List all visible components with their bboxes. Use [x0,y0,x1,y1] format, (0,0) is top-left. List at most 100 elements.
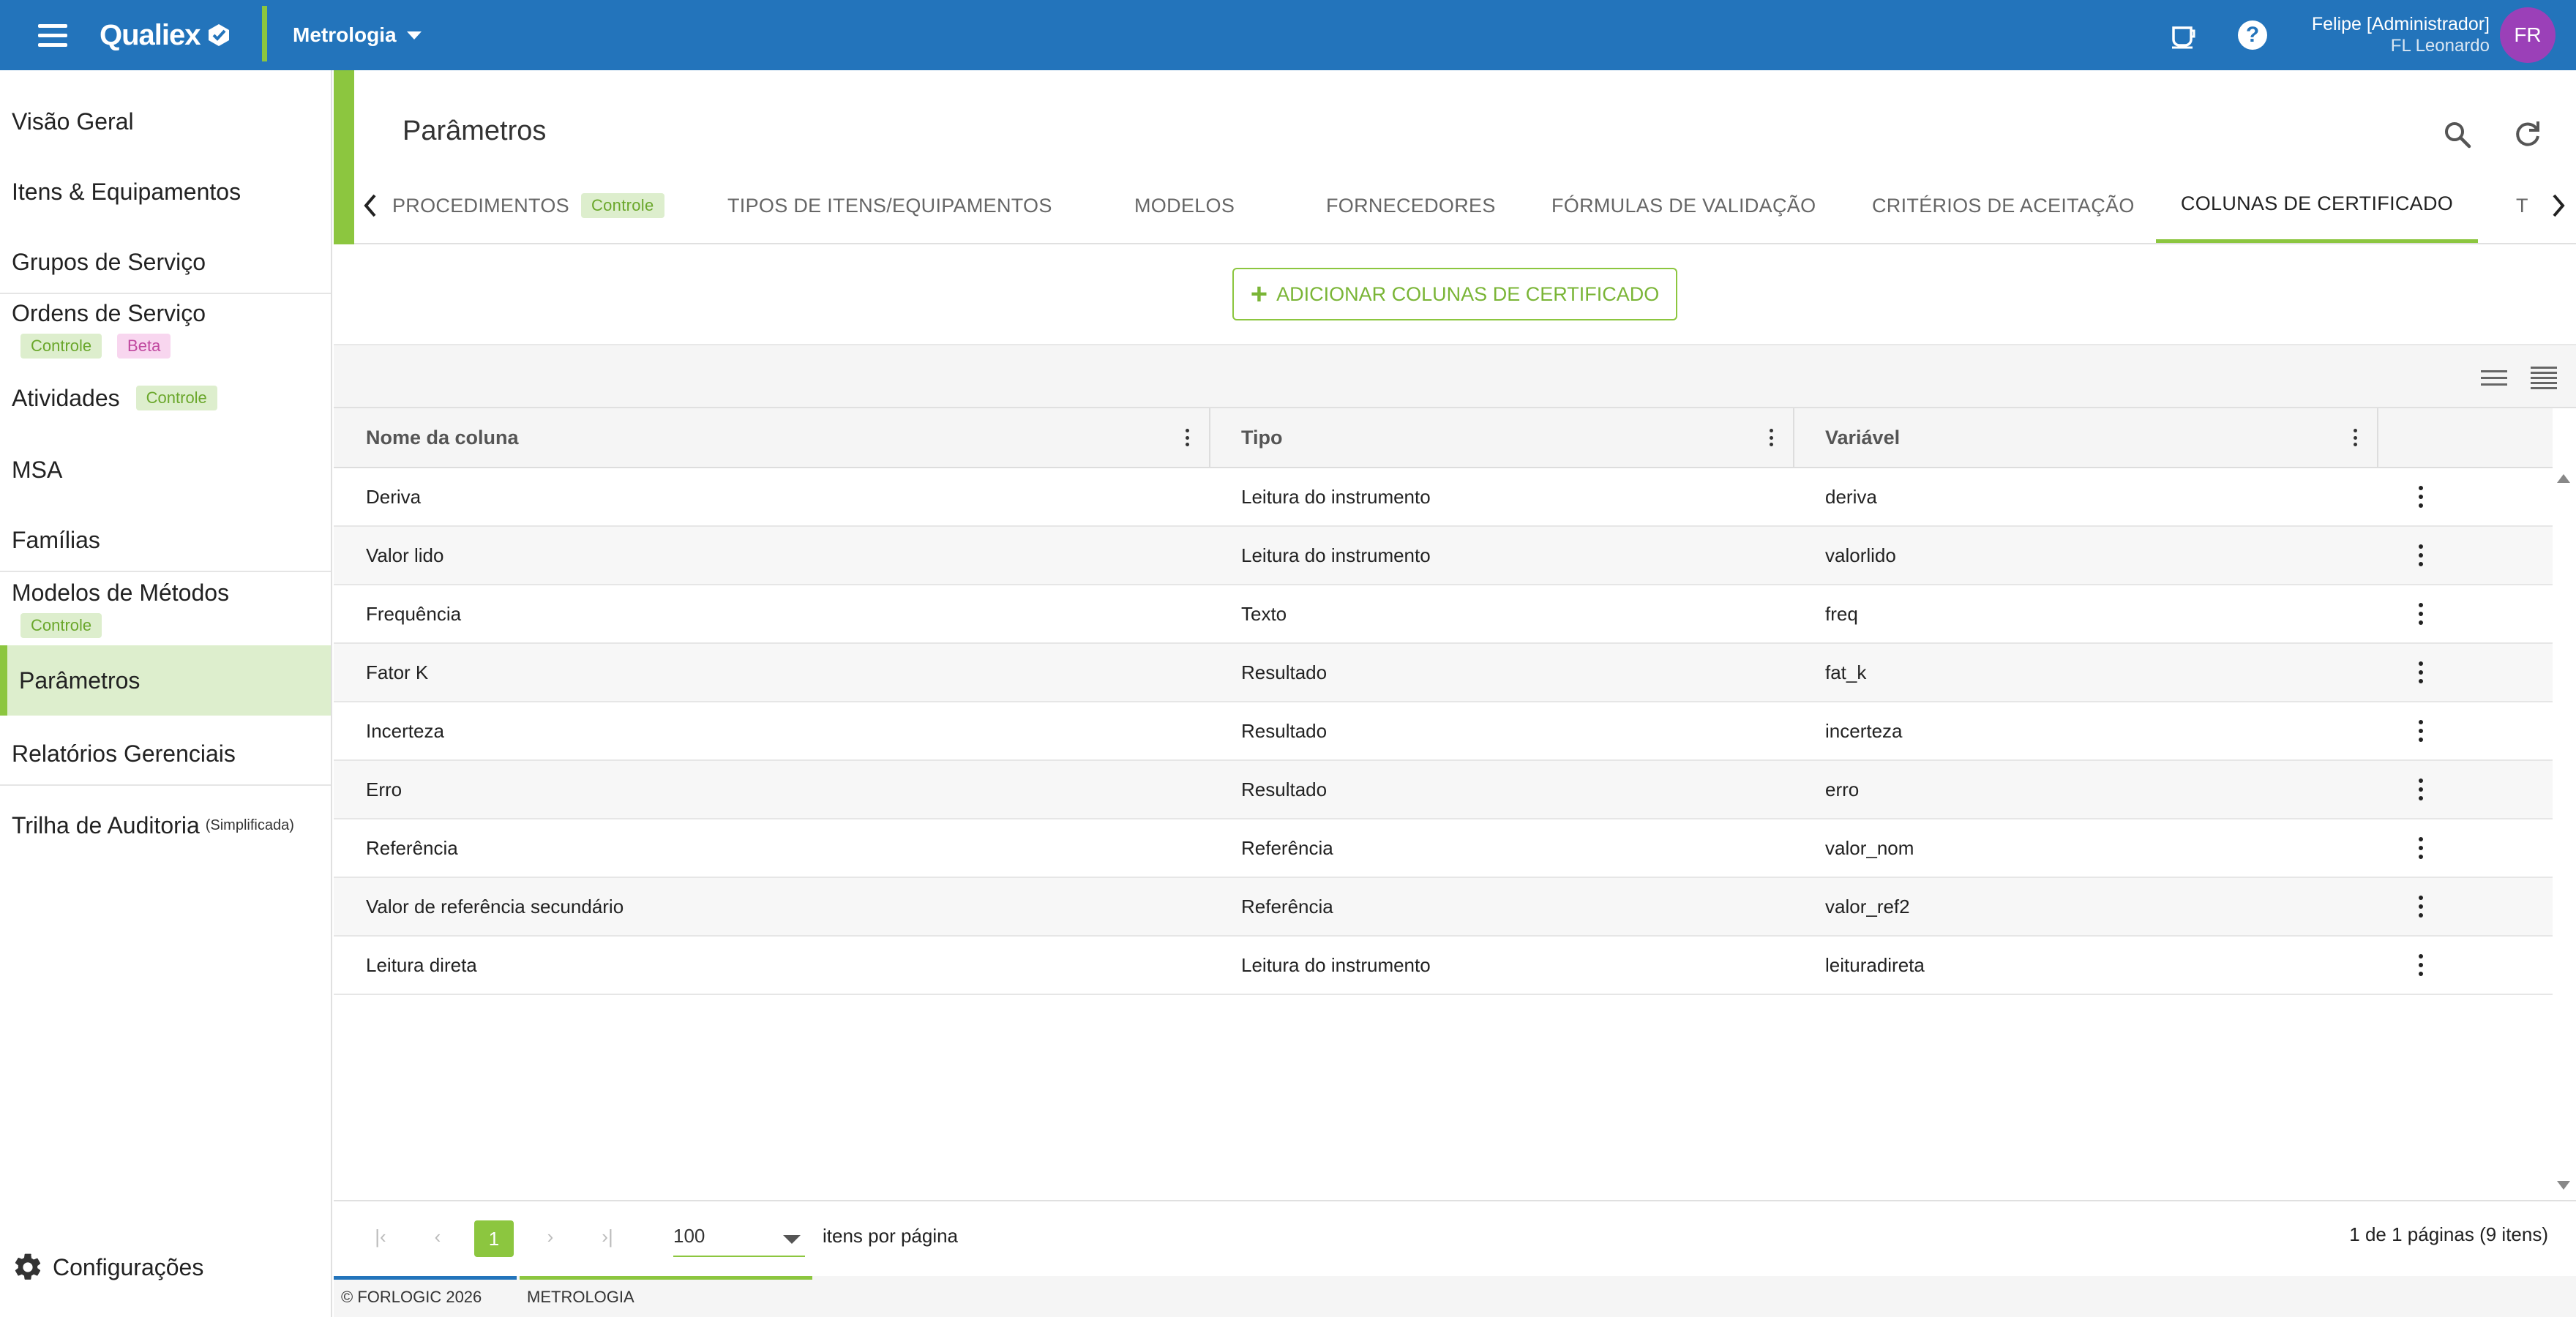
table-row[interactable]: Leitura direta Leitura do instrumento leit… [334,937,2553,995]
sidebar-item-familias[interactable]: Famílias [0,519,331,560]
user-org: FL Leonardo [2390,36,2490,56]
row-menu-icon[interactable] [2412,720,2430,742]
table-row[interactable]: Valor de referência secundário Referência… [334,878,2553,937]
first-page-icon[interactable]: |‹ [366,1222,395,1251]
column-header-actions [2378,408,2553,467]
table-row[interactable]: Frequência Texto freq [334,585,2553,644]
add-certificate-columns-button[interactable]: + ADICIONAR COLUNAS DE CERTIFICADO [1232,268,1677,320]
table-row[interactable]: Incerteza Resultado incerteza [334,702,2553,761]
row-menu-icon[interactable] [2412,837,2430,859]
tab-tipos-itens[interactable]: TIPOS DE ITENS/EQUIPAMENTOS [727,168,1052,243]
tab-procedimentos[interactable]: PROCEDIMENTOS Controle [392,168,664,243]
sidebar-item-visao-geral[interactable]: Visão Geral [0,101,331,142]
help-icon[interactable]: ? [2235,18,2270,53]
table-row[interactable]: Valor lido Leitura do instrumento valorlid… [334,527,2553,585]
module-selector[interactable]: Metrologia [293,20,422,50]
tab-criterios-aceitacao[interactable]: CRITÉRIOS DE ACEITAÇÃO [1872,168,2135,243]
sidebar-divider [0,293,331,294]
cell-variable: erro [1825,778,1860,800]
row-menu-icon[interactable] [2412,778,2430,800]
sidebar-item-modelos-metodos[interactable]: Modelos de Métodos Controle [0,579,331,642]
row-menu-icon[interactable] [2412,954,2430,976]
sidebar-item-atividades[interactable]: Atividades Controle [0,378,331,419]
scroll-up-icon[interactable] [2557,474,2570,483]
sidebar-item-relatorios-gerenciais[interactable]: Relatórios Gerenciais [0,733,331,774]
add-button-label: ADICIONAR COLUNAS DE CERTIFICADO [1276,282,1660,305]
sidebar-item-parametros[interactable]: Parâmetros [0,645,331,716]
row-menu-icon[interactable] [2412,544,2430,566]
cell-type: Texto [1241,602,1287,625]
tab-colunas-certificado[interactable]: COLUNAS DE CERTIFICADO [2156,168,2478,243]
chevron-down-icon [783,1235,801,1244]
cell-column-name: Referência [366,836,458,859]
sidebar-item-label: Relatórios Gerenciais [12,740,236,767]
table-row[interactable]: Referência Referência valor_nom [334,819,2553,878]
page-size-select[interactable]: 100 [673,1216,805,1257]
cell-variable: incerteza [1825,719,1903,742]
hamburger-menu-icon[interactable] [29,18,76,53]
coffee-cup-icon[interactable] [2166,18,2201,53]
list-view-icon[interactable] [2481,364,2507,391]
cell-column-name: Incerteza [366,719,444,742]
prev-page-icon[interactable]: ‹ [423,1222,452,1251]
sidebar-item-ordens-servico[interactable]: Ordens de Serviço Controle Beta [0,300,331,363]
cell-variable: fat_k [1825,661,1867,683]
tab-label: COLUNAS DE CERTIFICADO [2180,192,2454,214]
cell-variable: valorlido [1825,544,1896,566]
cell-column-name: Valor lido [366,544,444,566]
column-header-label: Variável [1825,426,1901,449]
next-page-icon[interactable]: › [536,1222,565,1251]
sidebar-item-grupos-servico[interactable]: Grupos de Serviço [0,241,331,282]
column-header-nome[interactable]: Nome da coluna [334,408,1210,467]
tab-label: MODELOS [1134,194,1235,217]
sidebar: Visão Geral Itens & Equipamentos Grupos … [0,70,332,1317]
badge-beta: Beta [117,334,171,359]
sidebar-item-label: Parâmetros [19,667,141,694]
refresh-icon[interactable] [2510,117,2545,152]
tabs-scroll-right-icon[interactable] [2542,168,2575,243]
row-menu-icon[interactable] [2412,661,2430,683]
tab-formulas-validacao[interactable]: FÓRMULAS DE VALIDAÇÃO [1551,168,1816,243]
column-menu-icon[interactable] [1770,429,1774,446]
scroll-down-icon[interactable] [2557,1181,2570,1190]
user-menu[interactable]: Felipe [Administrador] FL Leonardo [2312,13,2490,57]
table-row[interactable]: Fator K Resultado fat_k [334,644,2553,702]
footer-module: METROLOGIA [527,1288,634,1306]
cell-variable: valor_nom [1825,836,1914,859]
tab-fornecedores[interactable]: FORNECEDORES [1326,168,1496,243]
sidebar-divider [0,784,331,786]
last-page-icon[interactable]: ›| [593,1222,622,1251]
cell-type: Resultado [1241,719,1328,742]
sidebar-item-label: Grupos de Serviço [12,248,206,275]
chevron-down-icon [406,31,422,40]
page-number-current[interactable]: 1 [474,1220,514,1257]
cell-type: Leitura do instrumento [1241,953,1431,976]
app-logo[interactable]: Qualiex [100,16,231,54]
compact-view-icon[interactable] [2531,364,2557,391]
logo-mark-icon [208,24,229,46]
sidebar-item-itens-equipamentos[interactable]: Itens & Equipamentos [0,171,331,212]
tab-truncated[interactable]: T [2516,168,2528,243]
column-header-tipo[interactable]: Tipo [1210,408,1794,467]
cell-column-name: Frequência [366,602,462,625]
row-menu-icon[interactable] [2412,603,2430,625]
page-size-value: 100 [673,1224,705,1247]
topbar-separator [262,6,267,61]
settings-link[interactable]: Configurações [12,1251,203,1283]
avatar[interactable]: FR [2500,7,2556,63]
footer-copyright: © FORLOGIC 2026 [341,1288,482,1306]
row-menu-icon[interactable] [2412,896,2430,918]
row-menu-icon[interactable] [2412,486,2430,508]
search-icon[interactable] [2440,117,2475,152]
sidebar-item-msa[interactable]: MSA [0,449,331,490]
tabs-scroll-left-icon[interactable] [354,168,386,243]
cell-type: Resultado [1241,661,1328,683]
sidebar-item-trilha-auditoria[interactable]: Trilha de Auditoria (Simplificada) [0,805,331,846]
column-menu-icon[interactable] [1186,429,1190,446]
column-menu-icon[interactable] [2354,429,2358,446]
column-header-variavel[interactable]: Variável [1794,408,2378,467]
table-row[interactable]: Deriva Leitura do instrumento deriva [334,468,2553,527]
table-row[interactable]: Erro Resultado erro [334,761,2553,819]
tab-modelos[interactable]: MODELOS [1134,168,1235,243]
tab-label: CRITÉRIOS DE ACEITAÇÃO [1872,194,2135,217]
